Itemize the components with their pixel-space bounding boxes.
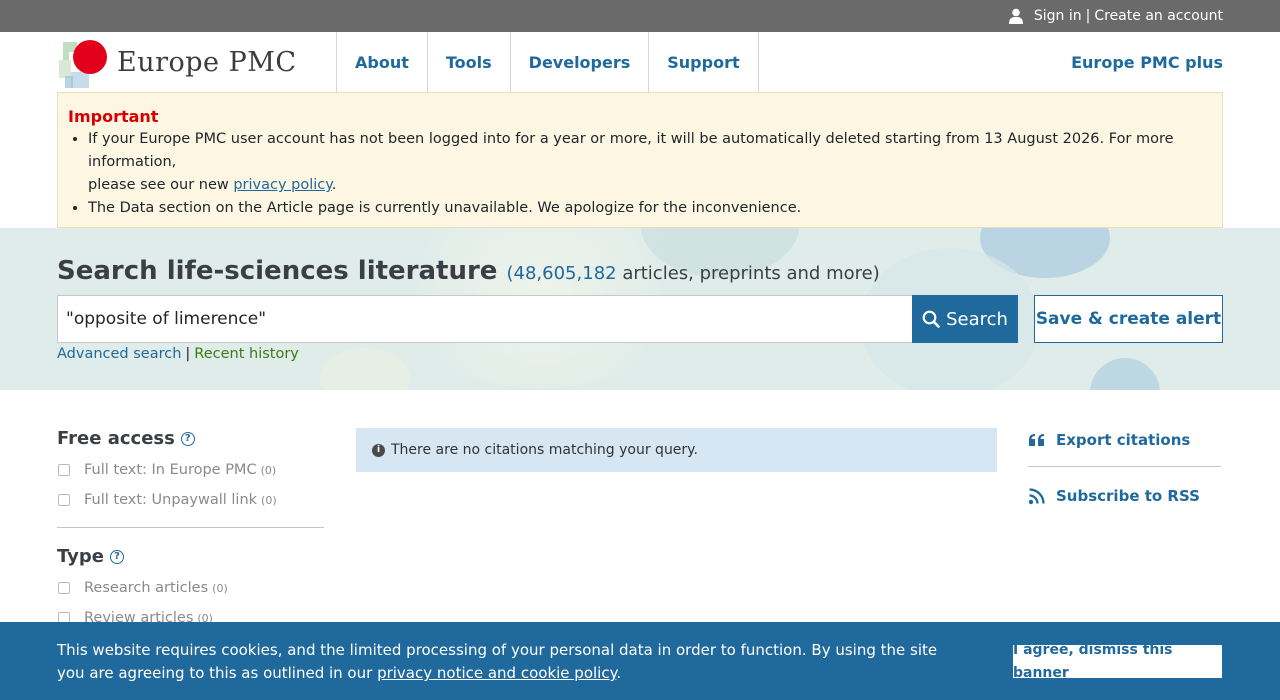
sign-in-link[interactable]: Sign in bbox=[1034, 8, 1082, 24]
top-bar: Sign in | Create an account bbox=[0, 0, 1280, 32]
info-icon: i bbox=[372, 443, 385, 457]
quote-icon bbox=[1029, 434, 1044, 446]
rss-icon bbox=[1028, 488, 1045, 505]
type-heading: Type ? bbox=[57, 546, 324, 567]
filter-checkbox-row[interactable]: Full text: In Europe PMC (0) bbox=[57, 455, 324, 485]
search-title: Search life-sciences literature (48,605,… bbox=[57, 256, 880, 286]
article-count-suffix: articles, preprints and more) bbox=[616, 263, 880, 284]
help-icon[interactable]: ? bbox=[180, 431, 195, 446]
search-section: Search life-sciences literature (48,605,… bbox=[0, 228, 1280, 390]
main-nav: About Tools Developers Support bbox=[336, 32, 759, 92]
account-links: Sign in | Create an account bbox=[1006, 7, 1223, 25]
account-separator: | bbox=[1085, 8, 1091, 24]
tools-divider bbox=[1028, 466, 1221, 467]
article-count: (48,605,182 articles, preprints and more… bbox=[507, 263, 880, 284]
notice-item: The Data section on the Article page is … bbox=[88, 197, 1212, 220]
notice-heading: Important bbox=[68, 107, 159, 126]
privacy-notice-link[interactable]: privacy notice and cookie policy bbox=[377, 664, 616, 682]
notice-item-text: If your Europe PMC user account has not … bbox=[88, 131, 1174, 170]
type-title: Type bbox=[57, 546, 104, 567]
search-button[interactable]: Search bbox=[912, 295, 1018, 343]
cookie-text: This website requires cookies, and the l… bbox=[57, 639, 957, 685]
filter-checkbox-row[interactable]: Full text: Unpaywall link (0) bbox=[57, 485, 324, 515]
nav-support[interactable]: Support bbox=[648, 32, 759, 92]
nav-developers[interactable]: Developers bbox=[509, 32, 649, 92]
filter-label: Full text: In Europe PMC bbox=[84, 462, 257, 478]
subscribe-rss-link[interactable]: Subscribe to RSS bbox=[1028, 484, 1221, 508]
free-access-heading: Free access ? bbox=[57, 428, 324, 449]
europe-pmc-logo[interactable]: Europe PMC bbox=[57, 36, 297, 88]
no-results-message: i There are no citations matching your q… bbox=[356, 428, 997, 472]
dismiss-banner-button[interactable]: I agree, dismiss this banner bbox=[1013, 642, 1222, 681]
checkbox[interactable] bbox=[58, 582, 70, 594]
privacy-policy-link[interactable]: privacy policy bbox=[233, 177, 331, 193]
filter-checkbox-row[interactable]: Research articles (0) bbox=[57, 573, 324, 603]
recent-history-link[interactable]: Recent history bbox=[194, 346, 299, 362]
search-title-text: Search life-sciences literature bbox=[57, 256, 498, 286]
export-citations-label: Export citations bbox=[1056, 431, 1191, 449]
notice-item: If your Europe PMC user account has not … bbox=[88, 128, 1212, 197]
nav-tools[interactable]: Tools bbox=[426, 32, 510, 92]
notice-item-text: please see our new bbox=[88, 177, 234, 193]
logo-mark-icon bbox=[57, 36, 109, 88]
save-create-alert-button[interactable]: Save & create alert bbox=[1034, 295, 1223, 343]
checkbox[interactable] bbox=[58, 494, 70, 506]
filter-count: (0) bbox=[212, 581, 228, 595]
important-notice: Important If your Europe PMC user accoun… bbox=[57, 92, 1223, 228]
background-decoration bbox=[320, 348, 410, 390]
logo-text: Europe PMC bbox=[117, 46, 297, 78]
article-count-number[interactable]: 48,605,182 bbox=[514, 263, 617, 284]
no-results-text: There are no citations matching your que… bbox=[391, 442, 698, 458]
export-citations-link[interactable]: Export citations bbox=[1028, 428, 1221, 452]
advanced-search-link[interactable]: Advanced search bbox=[57, 346, 181, 362]
results-tools: Export citations Subscribe to RSS bbox=[1028, 428, 1221, 508]
sidebar-divider bbox=[57, 527, 324, 528]
user-icon bbox=[1006, 7, 1026, 25]
cookie-banner: This website requires cookies, and the l… bbox=[0, 622, 1280, 700]
search-sublinks: Advanced search | Recent history bbox=[57, 346, 299, 362]
site-header: Europe PMC About Tools Developers Suppor… bbox=[0, 32, 1280, 92]
subscribe-rss-label: Subscribe to RSS bbox=[1056, 487, 1200, 505]
create-account-link[interactable]: Create an account bbox=[1094, 8, 1223, 24]
search-button-label: Search bbox=[946, 308, 1008, 330]
nav-about[interactable]: About bbox=[336, 32, 427, 92]
filter-count: (0) bbox=[261, 493, 277, 507]
checkbox[interactable] bbox=[58, 464, 70, 476]
cookie-suffix: . bbox=[616, 664, 622, 682]
help-icon[interactable]: ? bbox=[109, 549, 124, 564]
sublinks-separator: | bbox=[185, 346, 191, 362]
notice-item-text: . bbox=[331, 177, 337, 193]
filter-label: Research articles bbox=[84, 580, 209, 596]
filter-sidebar: Free access ? Full text: In Europe PMC (… bbox=[57, 428, 324, 633]
europe-pmc-plus-link[interactable]: Europe PMC plus bbox=[1071, 53, 1223, 72]
search-input[interactable] bbox=[57, 295, 913, 343]
filter-count: (0) bbox=[260, 463, 277, 477]
notice-list: If your Europe PMC user account has not … bbox=[68, 128, 1212, 220]
search-icon bbox=[922, 310, 940, 328]
filter-label: Full text: Unpaywall link bbox=[84, 492, 258, 508]
count-open-paren: ( bbox=[506, 263, 514, 284]
free-access-title: Free access bbox=[57, 428, 175, 449]
background-decoration bbox=[1090, 358, 1160, 390]
